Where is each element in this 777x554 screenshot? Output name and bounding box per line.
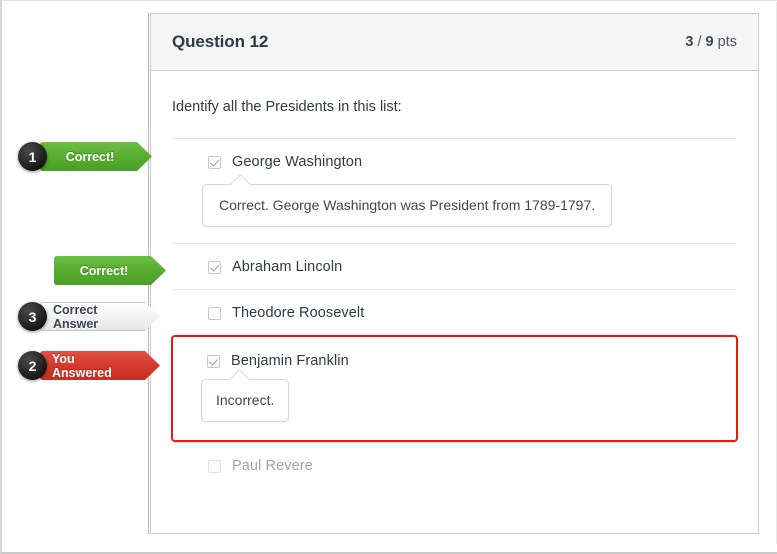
question-score: 3 / 9 pts [685,34,737,50]
checkbox-checked-icon[interactable] [208,155,221,169]
callout-banner-label: Correct! [40,142,152,171]
score-possible: 9 [705,34,714,50]
question-title: Question 12 [172,32,269,51]
callout-banner-label: Correct Answer [40,302,160,331]
answer-line[interactable]: George Washington [172,139,737,184]
callout-banner-label: You Answered [40,351,160,380]
answer-label: Abraham Lincoln [232,259,343,276]
callout-number-badge: 2 [18,351,47,380]
answer-label: Benjamin Franklin [231,353,349,370]
checkbox-unchecked-icon[interactable] [208,306,221,320]
callout-2-you-answered: 2 You Answered [18,351,160,380]
answer-feedback-text: Incorrect. [201,379,290,423]
callout-3-correct-answer: 3 Correct Answer [18,302,160,331]
score-unit: pts [713,34,737,50]
answer-line[interactable]: Abraham Lincoln [172,244,737,289]
callout-number-badge: 1 [18,142,47,171]
callout-correct-secondary: Correct! [18,256,166,285]
answer-options-list: George Washington Correct. George Washin… [171,138,738,488]
answer-line[interactable]: Benjamin Franklin [173,337,736,379]
checkbox-checked-icon[interactable] [208,260,221,274]
answer-row-theodore-roosevelt[interactable]: Theodore Roosevelt [172,289,737,335]
answer-row-abraham-lincoln[interactable]: Abraham Lincoln [172,243,737,289]
answer-line[interactable]: Paul Revere [172,443,737,488]
checkbox-checked-icon[interactable] [207,354,220,368]
callout-1-correct: 1 Correct! [18,142,152,171]
question-card: Question 12 3 / 9 pts Identify all the P… [150,13,759,534]
answer-label: Theodore Roosevelt [232,305,365,322]
answer-feedback-bubble: Incorrect. [201,379,290,423]
answer-feedback-text: Correct. George Washington was President… [202,184,613,228]
score-separator: / [693,34,706,50]
callout-banner-label: Correct! [54,256,166,285]
answer-label: Paul Revere [232,458,313,475]
answer-row-benjamin-franklin-incorrect[interactable]: Benjamin Franklin Incorrect. [171,335,738,443]
answer-row-paul-revere[interactable]: Paul Revere [172,442,737,488]
question-header: Question 12 3 / 9 pts [151,14,758,71]
checkbox-unchecked-icon[interactable] [208,459,221,473]
page-content-area: Question 12 3 / 9 pts Identify all the P… [4,2,777,544]
question-body: Identify all the Presidents in this list… [151,71,758,488]
callout-number-badge: 3 [18,302,47,331]
answer-line[interactable]: Theodore Roosevelt [172,290,737,335]
answer-label: George Washington [232,154,363,171]
question-prompt: Identify all the Presidents in this list… [172,99,402,115]
browser-page-frame: Question 12 3 / 9 pts Identify all the P… [0,0,777,554]
answer-row-george-washington[interactable]: George Washington Correct. George Washin… [172,138,737,243]
answer-feedback-bubble: Correct. George Washington was President… [202,184,613,228]
